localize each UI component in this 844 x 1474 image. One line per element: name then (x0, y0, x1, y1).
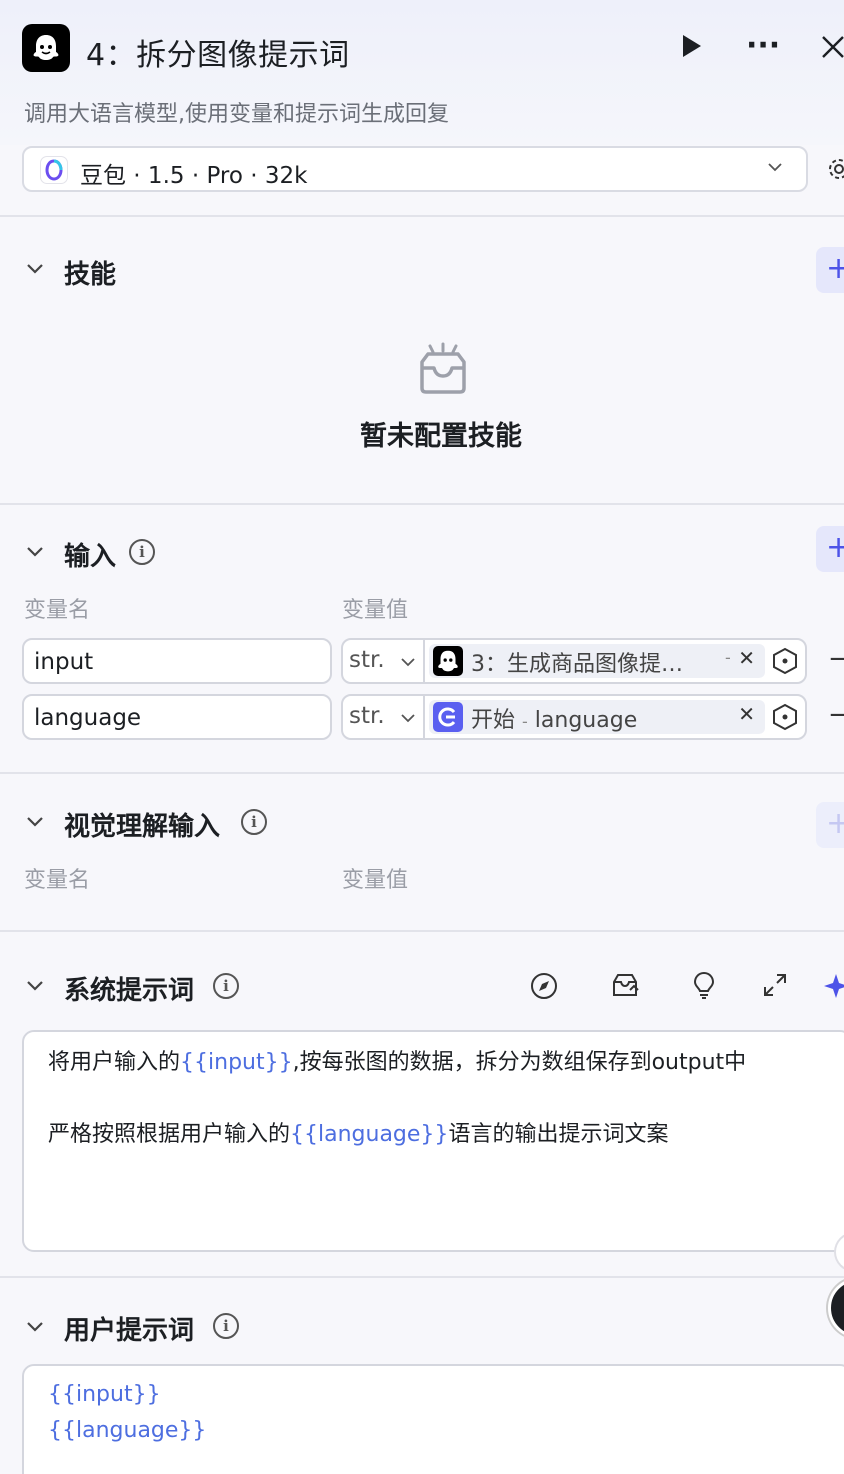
chevron-down-icon (401, 714, 415, 723)
empty-inbox-icon (412, 342, 474, 402)
variable-token: {{language}} (48, 1418, 207, 1443)
compass-icon[interactable] (530, 972, 558, 1007)
prompt-library-icon[interactable] (610, 970, 640, 1007)
system-prompt-line: 将用户输入的{{input}},按每张图的数据，拆分为数组保存到output中 (48, 1050, 747, 1075)
inputs-title: 输入 (64, 542, 117, 572)
reference-text: 开始 - language (471, 702, 637, 734)
type-select[interactable]: str. (343, 640, 425, 682)
clear-reference-close-icon[interactable]: ✕ (738, 702, 755, 726)
start-node-icon (433, 702, 463, 732)
more-icon[interactable]: ··· (746, 28, 780, 63)
collapse-vision-chevron-icon[interactable] (24, 811, 46, 838)
run-icon[interactable] (680, 32, 704, 67)
lightbulb-icon[interactable] (691, 970, 717, 1007)
close-icon[interactable] (820, 34, 844, 67)
reference-separator: - (522, 712, 528, 731)
reference-text: 3：生成商品图像提… (471, 652, 683, 677)
chevron-down-icon (766, 158, 784, 181)
collapse-skills-chevron-icon[interactable] (24, 258, 46, 285)
remove-row-minus-icon[interactable]: − (828, 700, 844, 730)
variable-token: {{language}} (290, 1122, 449, 1147)
variable-name-input[interactable]: input (22, 638, 332, 684)
col-variable-name: 变量名 (24, 598, 91, 623)
divider (0, 503, 844, 505)
vision-input-title: 视觉理解输入 (64, 812, 221, 842)
reference-variable: language (534, 708, 638, 733)
model-label: 豆包 · 1.5 · Pro · 32k (80, 163, 308, 189)
divider (0, 215, 844, 217)
divider (0, 772, 844, 774)
ai-sparkle-icon[interactable] (824, 972, 844, 1009)
collapse-user-prompt-chevron-icon[interactable] (24, 1316, 46, 1343)
skills-title: 技能 (64, 260, 117, 290)
node-description[interactable]: 调用大语言模型,使用变量和提示词生成回复 (24, 96, 449, 128)
reference-node: 开始 (471, 708, 516, 733)
system-prompt-title: 系统提示词 (64, 976, 195, 1006)
info-icon[interactable]: i (129, 539, 155, 565)
col-variable-name: 变量名 (24, 868, 91, 893)
ghost-icon (433, 646, 463, 676)
user-prompt-title: 用户提示词 (64, 1316, 195, 1346)
info-icon[interactable]: i (213, 973, 239, 999)
doubao-model-icon (40, 156, 68, 184)
model-select[interactable]: 豆包 · 1.5 · Pro · 32k (22, 146, 808, 192)
model-settings-gear-icon[interactable] (826, 156, 844, 186)
remove-row-minus-icon[interactable]: − (828, 644, 844, 674)
expand-icon[interactable] (762, 972, 788, 1005)
node-title[interactable]: 4：拆分图像提示词 (86, 30, 350, 74)
variable-picker-hexagon-icon[interactable] (771, 647, 799, 681)
clear-reference-close-icon[interactable]: ✕ (738, 646, 755, 670)
floating-assistant-button[interactable] (828, 1278, 844, 1338)
reference-separator: - (725, 648, 731, 667)
divider (0, 1276, 844, 1278)
add-skill-button[interactable]: + (816, 247, 844, 293)
info-icon[interactable]: i (213, 1313, 239, 1339)
variable-reference-chip[interactable]: 3：生成商品图像提… - ✕ (429, 644, 765, 678)
col-variable-value: 变量值 (342, 598, 409, 623)
system-prompt-line: 严格按照根据用户输入的{{language}}语言的输出提示词文案 (48, 1122, 669, 1147)
ghost-icon (33, 35, 59, 60)
type-label: str. (349, 703, 385, 729)
variable-value-field[interactable]: str. 3：生成商品图像提… - ✕ (341, 638, 807, 684)
divider (0, 930, 844, 932)
variable-value-field[interactable]: str. 开始 - language ✕ (341, 694, 807, 740)
collapse-inputs-chevron-icon[interactable] (24, 541, 46, 568)
variable-reference-chip[interactable]: 开始 - language ✕ (429, 700, 765, 734)
chevron-down-icon (401, 658, 415, 667)
type-select[interactable]: str. (343, 696, 425, 738)
col-variable-value: 变量值 (342, 868, 409, 893)
variable-token: {{input}} (48, 1382, 161, 1407)
variable-token: {{input}} (180, 1050, 293, 1075)
variable-name-input[interactable]: language (22, 694, 332, 740)
node-logo (22, 24, 70, 72)
type-label: str. (349, 647, 385, 673)
user-prompt-editor[interactable]: {{input}} {{language}} (22, 1364, 844, 1474)
skills-empty-text: 暂未配置技能 (360, 421, 522, 452)
add-input-button[interactable]: + (816, 526, 844, 572)
system-prompt-editor[interactable]: 将用户输入的{{input}},按每张图的数据，拆分为数组保存到output中 … (22, 1030, 844, 1252)
variable-picker-hexagon-icon[interactable] (771, 703, 799, 737)
info-icon[interactable]: i (241, 809, 267, 835)
add-vision-input-button[interactable]: + (816, 802, 844, 848)
collapse-system-prompt-chevron-icon[interactable] (24, 975, 46, 1002)
